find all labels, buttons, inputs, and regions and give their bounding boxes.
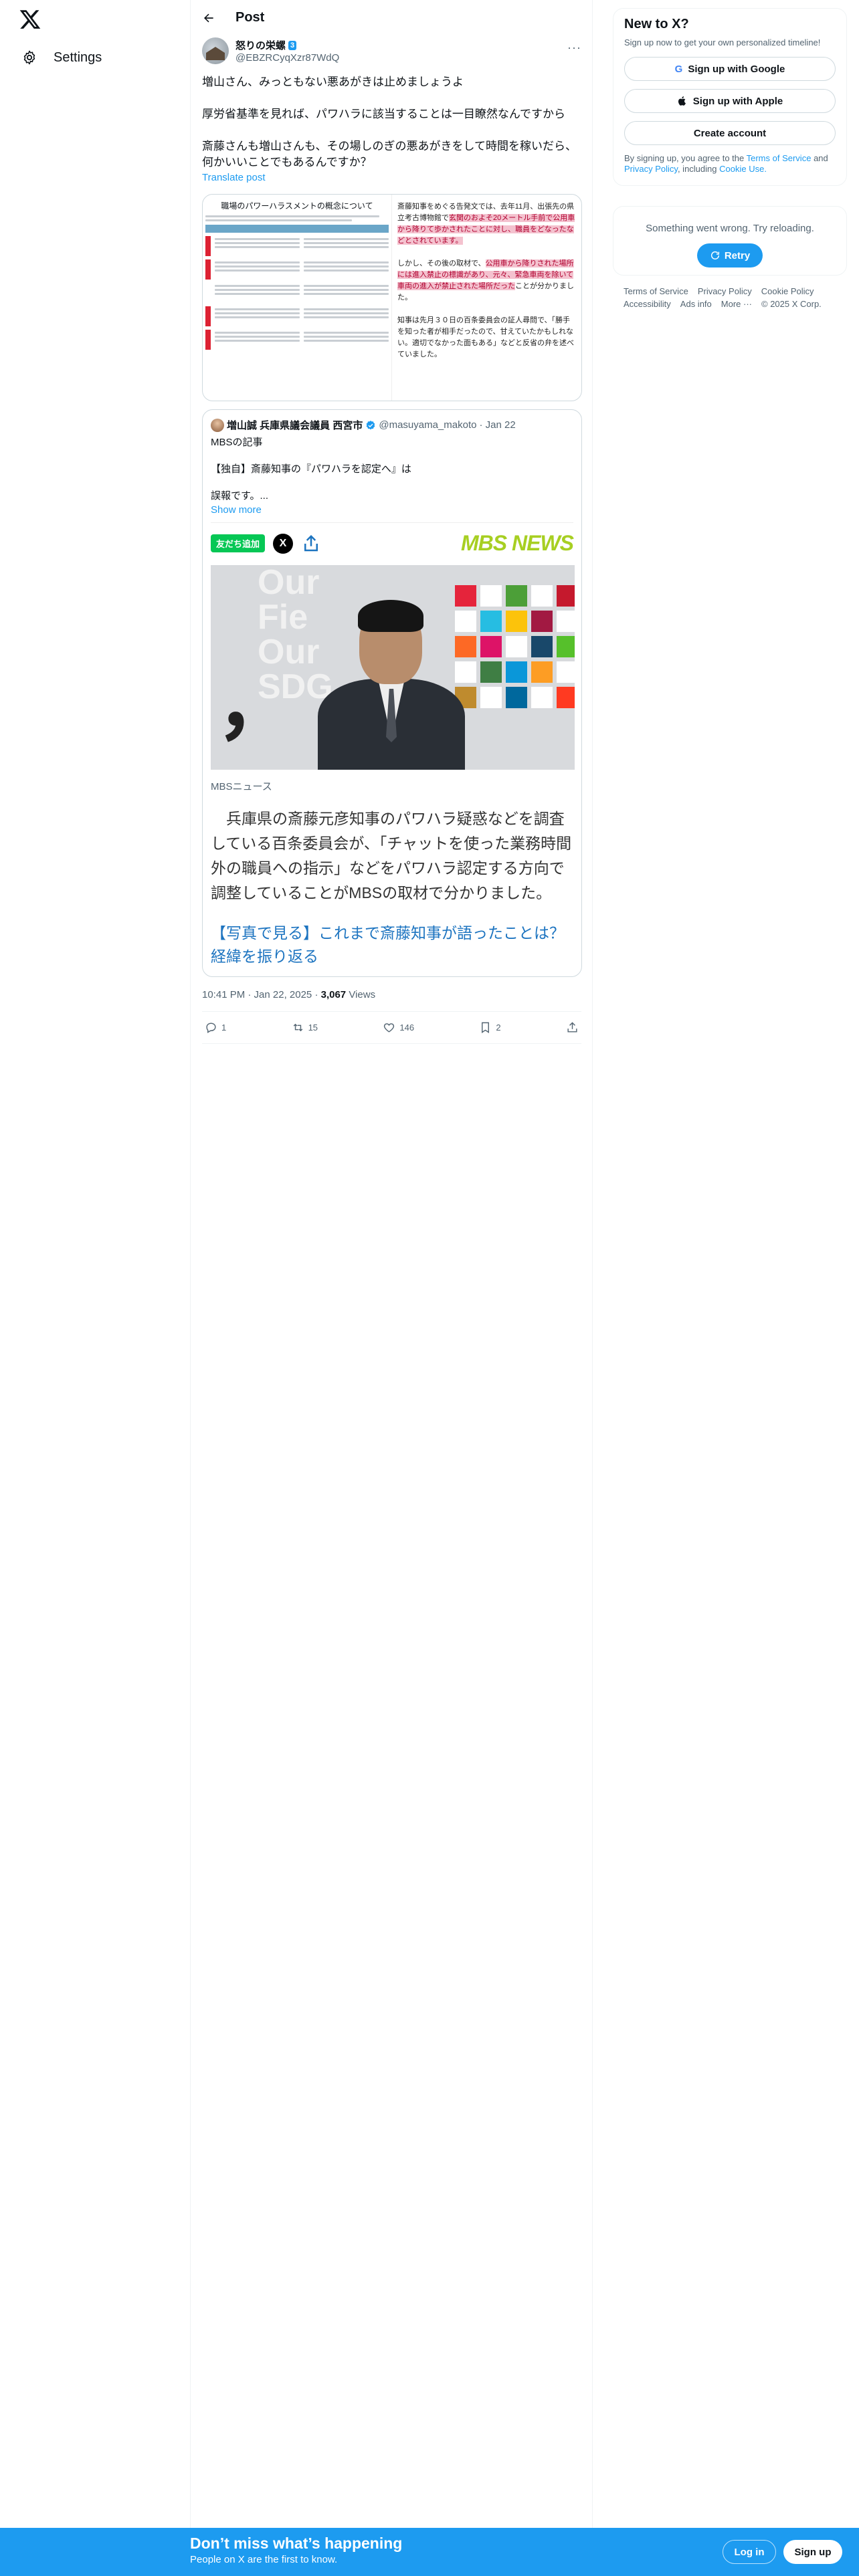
google-signup-button[interactable]: G Sign up with Google <box>624 57 836 81</box>
main-column: Post 怒りの栄螺 3 @EBZRCyqXzr87WdQ ··· 増山さん、み… <box>191 0 593 2576</box>
number-badge: 3 <box>288 40 297 50</box>
quoted-text: MBSの記事 【独自】斎藤知事の『パワハラを認定へ』は 誤報です。... <box>211 437 411 502</box>
attached-image[interactable]: 職場のパワーハラスメントの概念について 斎藤知事をめぐる告発文では、去年11月、… <box>202 194 582 401</box>
signup-subtitle: Sign up now to get your own personalized… <box>624 37 821 47</box>
share-icon[interactable] <box>301 534 321 554</box>
photo-backdrop-glyph: ， <box>216 659 296 749</box>
upload-share-icon <box>567 1022 577 1033</box>
apple-signup-label: Sign up with Apple <box>692 95 783 107</box>
gear-icon <box>23 50 35 65</box>
bookmark-count: 2 <box>496 1023 501 1033</box>
article-header: 友だち追加 X MBS NEWS <box>211 522 574 560</box>
reply-icon <box>206 1023 216 1033</box>
legal-text: By signing up, you agree to the Terms of… <box>624 153 828 174</box>
signup-title: New to X? <box>624 17 689 31</box>
doc-image-right: 斎藤知事をめぐる告発文では、去年11月、出張先の県立考古博物館で玄関のおよそ20… <box>397 203 575 358</box>
news-photo: Our Fie Our SDG ， <box>211 565 575 770</box>
views-label: Views <box>349 989 376 1000</box>
x-share-icon[interactable]: X <box>273 533 294 554</box>
google-signup-label: Sign up with Google <box>688 63 785 75</box>
footer-links: Terms of Service Privacy Policy Cookie P… <box>613 276 847 320</box>
translate-post-link[interactable]: Translate post <box>202 172 581 183</box>
like-button[interactable]: 146 <box>383 1021 414 1034</box>
privacy-link[interactable]: Privacy Policy <box>624 164 678 174</box>
nav-settings[interactable]: Settings <box>16 44 107 71</box>
tweet-meta: 10:41 PM · Jan 22, 2025 · 3,067 Views <box>202 989 581 1012</box>
doc-title: 職場のパワーハラスメントの概念について <box>221 201 373 211</box>
footer-copyright: © 2025 X Corp. <box>761 299 822 309</box>
error-card: Something went wrong. Try reloading. Ret… <box>613 206 847 276</box>
left-nav: Settings <box>0 0 191 2576</box>
quoted-avatar <box>211 418 224 432</box>
footer-more[interactable]: More ··· <box>721 299 752 309</box>
right-sidebar: New to X? Sign up now to get your own pe… <box>613 0 847 320</box>
reply-button[interactable]: 1 <box>205 1021 226 1034</box>
error-text: Something went wrong. Try reloading. <box>646 223 814 234</box>
avatar[interactable] <box>202 37 229 64</box>
footer-privacy[interactable]: Privacy Policy <box>698 286 752 296</box>
line-add-friend-button[interactable]: 友だち追加 <box>211 534 266 552</box>
news-photo-link[interactable]: 【写真で見る】これまで斎藤知事が語ったことは？経緯を振り返る <box>211 922 573 968</box>
signup-card: New to X? Sign up now to get your own pe… <box>613 8 847 186</box>
quoted-handle: @masuyama_makoto <box>379 419 477 431</box>
retry-label: Retry <box>724 249 751 261</box>
login-button[interactable]: Log in <box>723 2540 776 2564</box>
quoted-tweet[interactable]: 増山誠 兵庫県議会議員 西宮市 @masuyama_makoto · Jan 2… <box>202 409 582 977</box>
repost-count: 15 <box>308 1023 318 1033</box>
footer-cookie[interactable]: Cookie Policy <box>761 286 814 296</box>
verified-badge-icon <box>366 420 375 429</box>
bottom-signup-bar: Don’t miss what’s happening People on X … <box>0 2528 859 2576</box>
tweet: 怒りの栄螺 3 @EBZRCyqXzr87WdQ ··· 増山さん、みっともない… <box>191 35 592 1044</box>
bottom-bar-title: Don’t miss what’s happening <box>190 2535 403 2552</box>
tweet-text: 増山さん、みっともない悪あがきは止めましょうよ 厚労省基準を見れば、パワハラに該… <box>202 76 577 169</box>
create-account-button[interactable]: Create account <box>624 121 836 145</box>
tweet-timestamp[interactable]: 10:41 PM · Jan 22, 2025 · <box>202 989 318 1000</box>
repost-button[interactable]: 15 <box>292 1021 318 1034</box>
create-account-label: Create account <box>693 127 767 139</box>
tweet-actions: 1 15 146 2 <box>202 1012 581 1044</box>
news-source: MBSニュース <box>211 781 272 792</box>
bottom-bar-subtitle: People on X are the first to know. <box>190 2554 338 2565</box>
refresh-icon <box>710 251 719 259</box>
apple-signup-button[interactable]: Sign up with Apple <box>624 89 836 113</box>
x-logo-icon[interactable] <box>19 8 41 31</box>
bookmark-button[interactable]: 2 <box>479 1021 501 1034</box>
bookmark-icon <box>482 1022 490 1033</box>
footer-ads[interactable]: Ads info <box>680 299 712 309</box>
display-name[interactable]: 怒りの栄螺 <box>235 38 286 52</box>
show-more-link[interactable]: Show more <box>211 504 573 516</box>
nav-settings-label: Settings <box>54 49 102 65</box>
quoted-author: 増山誠 兵庫県議会議員 西宮市 @masuyama_makoto · Jan 2… <box>211 418 573 432</box>
footer-accessibility[interactable]: Accessibility <box>624 299 671 309</box>
page-header: Post <box>191 0 592 35</box>
retry-button[interactable]: Retry <box>697 243 763 267</box>
reply-count: 1 <box>221 1023 227 1033</box>
terms-link[interactable]: Terms of Service <box>747 153 812 163</box>
quoted-display-name: 増山誠 兵庫県議会議員 西宮市 <box>227 420 363 431</box>
news-lead: 兵庫県の斎藤元彦知事のパワハラ疑惑などを調査している百条委員会が、「チャットを使… <box>211 810 572 901</box>
cookie-link[interactable]: Cookie Use. <box>719 164 767 174</box>
signup-button[interactable]: Sign up <box>783 2540 842 2564</box>
back-arrow-icon[interactable] <box>202 11 215 25</box>
color-tiles <box>455 585 575 708</box>
apple-icon <box>678 96 686 106</box>
tweet-author: 怒りの栄螺 3 @EBZRCyqXzr87WdQ ··· <box>202 35 581 66</box>
quoted-date: · Jan 22 <box>479 419 516 431</box>
page-title: Post <box>235 10 265 25</box>
more-options-icon[interactable]: ··· <box>567 41 581 55</box>
doc-image-left: 職場のパワーハラスメントの概念について <box>203 195 392 401</box>
share-button[interactable] <box>566 1021 579 1034</box>
user-handle[interactable]: @EBZRCyqXzr87WdQ <box>235 52 339 64</box>
heart-icon <box>384 1023 395 1033</box>
google-icon: G <box>674 63 683 75</box>
like-count: 146 <box>399 1023 415 1033</box>
footer-terms[interactable]: Terms of Service <box>624 286 688 296</box>
repost-icon <box>293 1023 302 1032</box>
mbs-news-logo: MBS NEWS <box>461 531 574 555</box>
views-count: 3,067 <box>320 989 347 1000</box>
